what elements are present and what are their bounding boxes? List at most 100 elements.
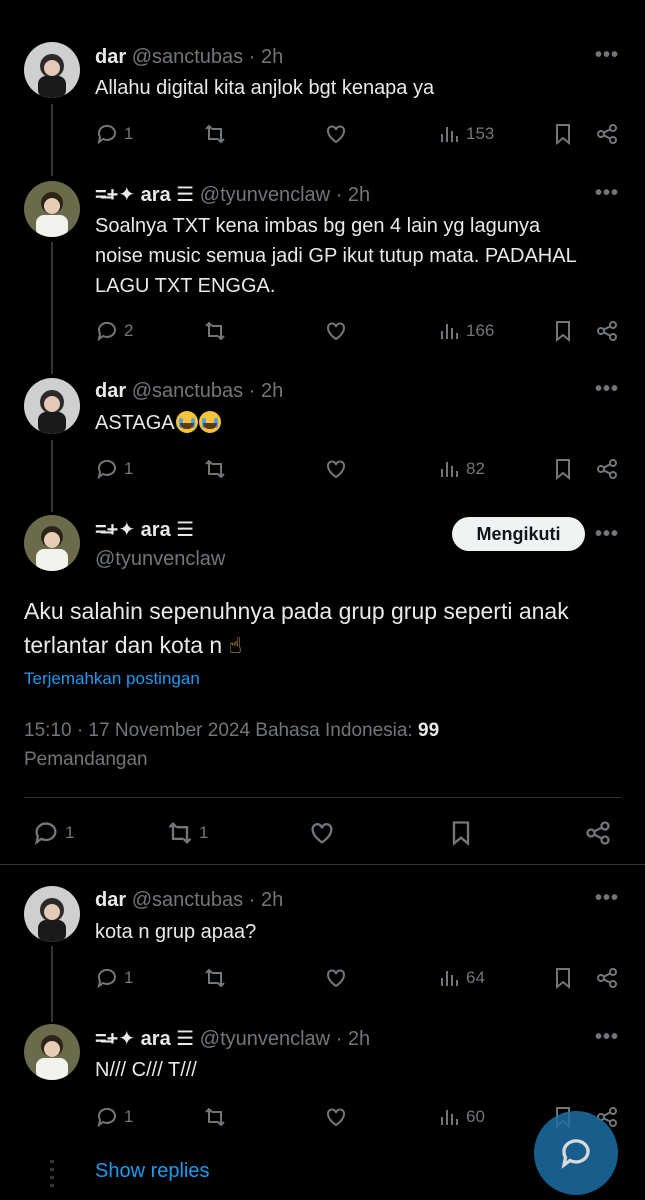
display-name[interactable]: dar [95, 46, 126, 68]
repost-button[interactable] [203, 963, 227, 993]
views-icon [441, 324, 458, 339]
display-name[interactable]: =̶+✦ ara ☰ [95, 519, 194, 541]
more-options-button[interactable]: ••• [595, 44, 619, 67]
handle[interactable]: @sanctubas [132, 889, 243, 911]
views-button[interactable]: 64 [437, 963, 485, 993]
share-icon [597, 321, 617, 341]
repost-count: 1 [199, 823, 209, 842]
avatar[interactable] [24, 515, 80, 571]
thread-line [51, 242, 53, 374]
post-header: dar @sanctubas · 2h [95, 889, 284, 911]
bookmark-icon [556, 968, 570, 990]
views-icon [441, 971, 458, 986]
like-button[interactable] [324, 316, 348, 346]
display-name[interactable]: dar [95, 380, 126, 402]
reply-button[interactable]: 1 [95, 963, 133, 993]
reply-button[interactable]: 1 [95, 454, 133, 484]
action-bar: 1 153 [95, 119, 625, 149]
share-button[interactable] [584, 818, 612, 848]
handle[interactable]: @sanctubas [132, 380, 243, 402]
like-button[interactable] [324, 1102, 348, 1132]
bookmark-button[interactable] [551, 316, 575, 346]
reply-count: 1 [124, 459, 134, 478]
crying-emoji-icon [198, 411, 221, 433]
post-handle-line: @tyunvenclaw [95, 547, 445, 571]
handle[interactable]: @tyunvenclaw [95, 548, 225, 570]
reply-icon [97, 1107, 116, 1128]
views-button[interactable]: 60 [437, 1102, 485, 1132]
avatar[interactable] [24, 886, 80, 942]
repost-button[interactable] [203, 119, 227, 149]
reply-icon [97, 459, 116, 480]
timestamp[interactable]: 2h [261, 889, 283, 911]
share-button[interactable] [595, 119, 619, 149]
repost-icon [205, 124, 225, 144]
reply-button[interactable]: 1 [95, 1102, 133, 1132]
action-bar: 1 82 [95, 454, 625, 484]
bookmark-icon [452, 821, 470, 846]
share-icon [597, 968, 617, 988]
repost-button[interactable] [203, 1102, 227, 1132]
action-bar: 1 64 [95, 963, 625, 993]
reply-count: 1 [124, 124, 134, 143]
timestamp[interactable]: 2h [261, 380, 283, 402]
timestamp[interactable]: 2h [348, 184, 370, 206]
reply-button[interactable]: 2 [95, 316, 133, 346]
show-replies-link[interactable]: Show replies [95, 1160, 210, 1183]
display-name[interactable]: =̶+✦ ara ☰ [95, 1028, 194, 1050]
bookmark-button[interactable] [447, 818, 475, 848]
avatar[interactable] [24, 378, 80, 434]
views-button[interactable]: 166 [437, 316, 494, 346]
more-options-button[interactable]: ••• [595, 887, 619, 910]
handle[interactable]: @tyunvenclaw [200, 184, 330, 206]
like-icon [311, 823, 333, 844]
repost-button[interactable]: 1 [166, 818, 208, 848]
more-options-button[interactable]: ••• [595, 523, 619, 546]
share-button[interactable] [595, 963, 619, 993]
post-header: =̶+✦ ara ☰ [95, 518, 445, 542]
repost-icon [205, 1107, 225, 1127]
reply-button[interactable]: 1 [32, 818, 74, 848]
timestamp[interactable]: 2h [348, 1028, 370, 1050]
share-button[interactable] [595, 454, 619, 484]
share-button[interactable] [595, 316, 619, 346]
reply-button[interactable]: 1 [95, 119, 133, 149]
divider [24, 797, 621, 798]
post-text: ASTAGA [95, 408, 625, 438]
handle[interactable]: @tyunvenclaw [200, 1028, 330, 1050]
repost-button[interactable] [203, 454, 227, 484]
like-button[interactable] [324, 119, 348, 149]
views-count: 64 [466, 968, 485, 987]
timestamp[interactable]: 2h [261, 46, 283, 68]
bookmark-button[interactable] [551, 119, 575, 149]
handle[interactable]: @sanctubas [132, 46, 243, 68]
bookmark-icon [556, 124, 570, 146]
bookmark-button[interactable] [551, 454, 575, 484]
more-options-button[interactable]: ••• [595, 1026, 619, 1049]
avatar[interactable] [24, 42, 80, 98]
like-button[interactable] [308, 818, 336, 848]
more-options-button[interactable]: ••• [595, 378, 619, 401]
avatar[interactable] [24, 181, 80, 237]
views-count: 60 [466, 1107, 485, 1126]
views-button[interactable]: 82 [437, 454, 485, 484]
views-count: 166 [466, 321, 495, 340]
following-button[interactable]: Mengikuti [452, 517, 585, 551]
like-button[interactable] [324, 963, 348, 993]
repost-icon [205, 968, 225, 988]
reply-icon [34, 822, 57, 846]
reply-count: 1 [65, 823, 75, 842]
post-text: kota n grup apaa? [95, 921, 257, 943]
like-icon [327, 1108, 345, 1127]
display-name[interactable]: dar [95, 889, 126, 911]
views-count: 99 [418, 720, 440, 741]
repost-button[interactable] [203, 316, 227, 346]
more-options-button[interactable]: ••• [595, 182, 619, 205]
avatar[interactable] [24, 1024, 80, 1080]
like-button[interactable] [324, 454, 348, 484]
translate-post-link[interactable]: Terjemahkan postingan [24, 669, 200, 689]
compose-reply-button[interactable] [534, 1111, 618, 1195]
display-name[interactable]: =̶+✦ ara ☰ [95, 184, 194, 206]
views-button[interactable]: 153 [437, 119, 494, 149]
bookmark-button[interactable] [551, 963, 575, 993]
